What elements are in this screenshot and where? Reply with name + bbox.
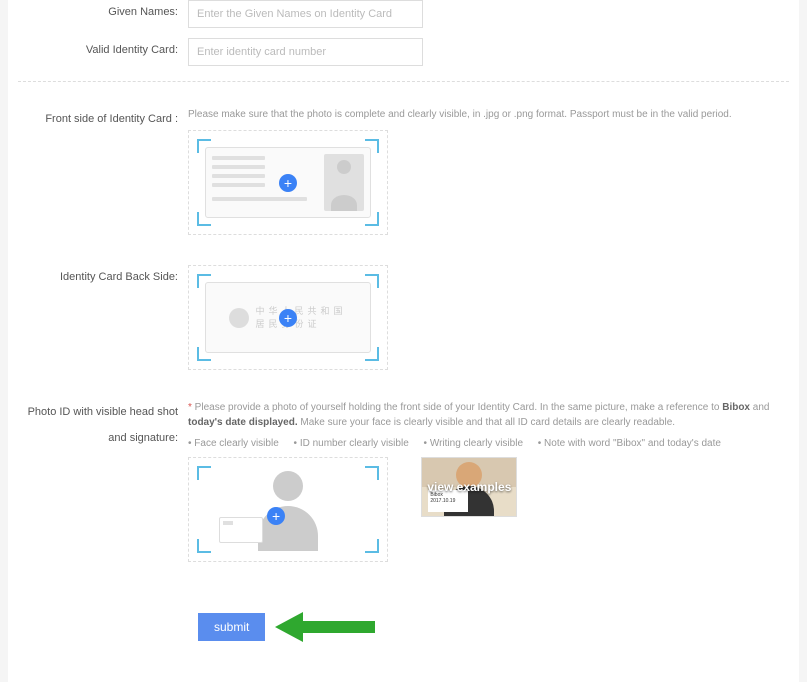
identity-card-label: Valid Identity Card: bbox=[18, 38, 188, 56]
back-upload-box[interactable]: 中华人民共和国 居民身份证 + bbox=[188, 265, 388, 370]
plus-icon: + bbox=[267, 507, 285, 525]
section-divider bbox=[18, 81, 789, 82]
selfie-mock bbox=[199, 468, 377, 551]
given-names-row: Given Names: bbox=[18, 0, 789, 28]
selfie-label: Photo ID with visible head shot and sign… bbox=[18, 400, 188, 444]
selfie-help: * Please provide a photo of yourself hol… bbox=[188, 400, 789, 430]
back-side-label: Identity Card Back Side: bbox=[18, 265, 188, 283]
identity-card-input[interactable] bbox=[188, 38, 423, 66]
given-names-input[interactable] bbox=[188, 0, 423, 28]
submit-row: submit bbox=[18, 612, 789, 642]
selfie-upload-box[interactable]: + bbox=[188, 457, 388, 562]
given-names-label: Given Names: bbox=[18, 0, 188, 18]
pointer-arrow-icon bbox=[275, 612, 375, 642]
back-side-row: Identity Card Back Side: 中华人民共和国 居民身份证 + bbox=[18, 265, 789, 390]
view-examples-label: view examples bbox=[422, 458, 516, 516]
front-side-label: Front side of Identity Card : bbox=[18, 107, 188, 125]
front-upload-box[interactable]: + bbox=[188, 130, 388, 235]
selfie-bullets: • Face clearly visible • ID number clear… bbox=[188, 438, 789, 449]
submit-button[interactable]: submit bbox=[198, 613, 265, 641]
front-side-help: Please make sure that the photo is compl… bbox=[188, 107, 789, 122]
plus-icon: + bbox=[279, 174, 297, 192]
front-side-row: Front side of Identity Card : Please mak… bbox=[18, 107, 789, 255]
identity-card-row: Valid Identity Card: bbox=[18, 38, 789, 66]
plus-icon: + bbox=[279, 309, 297, 327]
view-examples-thumbnail[interactable]: Bibox 2017.10.19 view examples bbox=[421, 457, 517, 517]
selfie-row: Photo ID with visible head shot and sign… bbox=[18, 400, 789, 582]
